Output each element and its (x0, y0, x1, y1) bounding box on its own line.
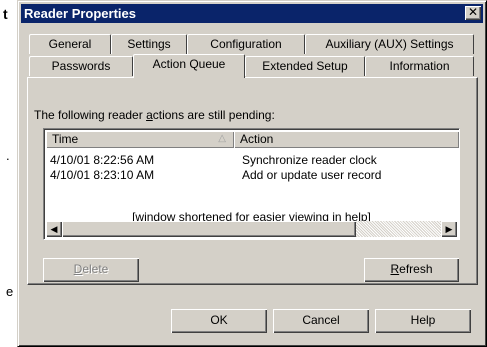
scrollbar-thumb[interactable] (62, 221, 356, 237)
tab-general[interactable]: General (29, 34, 111, 54)
tab-row-back: General Settings Configuration Auxiliary… (27, 34, 478, 54)
refresh-button[interactable]: Refresh (364, 258, 459, 282)
horizontal-scrollbar[interactable]: ◀ ▶ (46, 221, 457, 237)
pending-actions-list[interactable]: Time △ Action 4/10/01 8:22:56 AM Synchro… (43, 128, 460, 240)
item-action: Add or update user record (242, 168, 382, 182)
background-text-fragment: e (6, 284, 14, 299)
window-title: Reader Properties (24, 6, 136, 21)
pending-actions-label: The following reader actions are still p… (34, 108, 275, 122)
scroll-right-button[interactable]: ▶ (441, 221, 457, 237)
column-header-action[interactable]: Action (234, 131, 459, 148)
reader-properties-dialog: Reader Properties ✕ General Settings Con… (17, 0, 487, 347)
close-icon: ✕ (467, 5, 479, 19)
arrow-right-icon: ▶ (445, 224, 453, 234)
delete-button[interactable]: Delete (43, 258, 139, 282)
scroll-left-button[interactable]: ◀ (46, 221, 62, 237)
column-header-time[interactable]: Time △ (46, 131, 234, 148)
item-time: 4/10/01 8:23:10 AM (50, 168, 155, 182)
cancel-button[interactable]: Cancel (273, 309, 369, 333)
tab-settings[interactable]: Settings (111, 34, 187, 54)
close-button[interactable]: ✕ (465, 6, 481, 20)
sort-ascending-icon: △ (218, 133, 226, 144)
background-text-fragment: t (3, 6, 8, 22)
help-button[interactable]: Help (375, 309, 471, 333)
tab-action-queue[interactable]: Action Queue (133, 54, 245, 78)
tab-row-front: Passwords Action Queue Extended Setup In… (27, 54, 478, 78)
arrow-left-icon: ◀ (50, 224, 58, 234)
scrollbar-track[interactable] (62, 221, 441, 237)
tab-configuration[interactable]: Configuration (187, 34, 305, 54)
tab-auxiliary-settings[interactable]: Auxiliary (AUX) Settings (305, 34, 474, 54)
background-text-fragment: . (6, 148, 10, 163)
tab-extended-setup[interactable]: Extended Setup (245, 56, 365, 76)
list-header: Time △ Action (46, 131, 459, 148)
item-action: Synchronize reader clock (242, 153, 377, 167)
ok-button[interactable]: OK (171, 309, 267, 333)
tab-information[interactable]: Information (365, 56, 474, 76)
item-time: 4/10/01 8:22:56 AM (50, 153, 155, 167)
tab-passwords[interactable]: Passwords (29, 56, 133, 76)
title-bar[interactable]: Reader Properties ✕ (21, 4, 483, 23)
